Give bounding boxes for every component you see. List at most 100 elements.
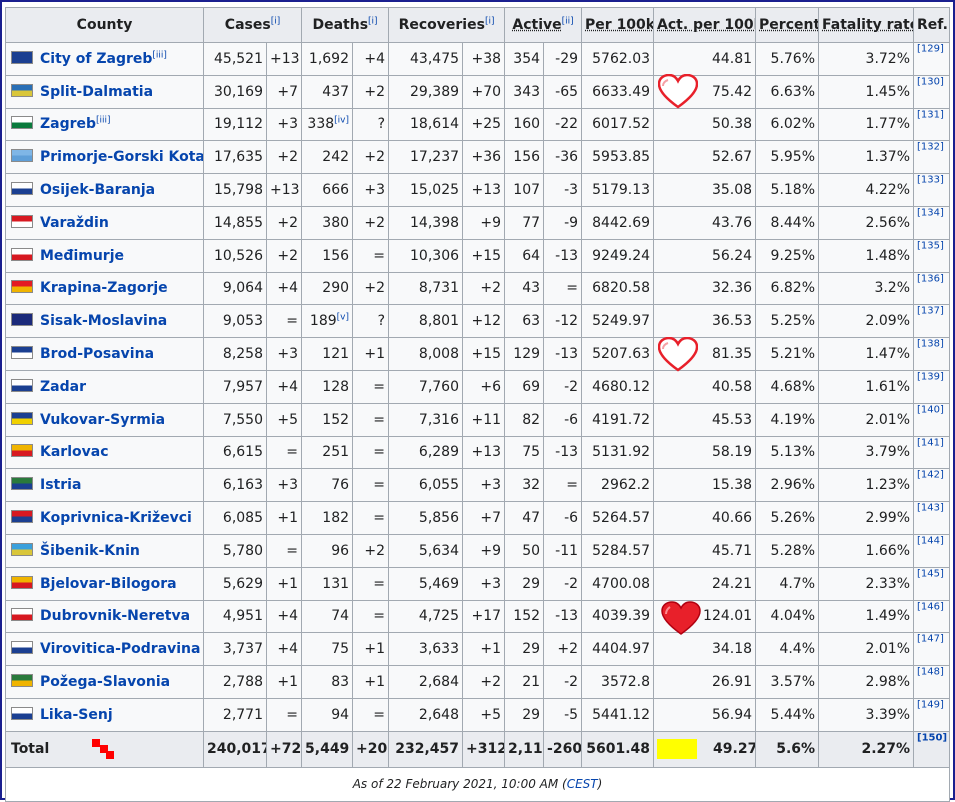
county-link[interactable]: Međimurje xyxy=(40,248,124,264)
cest-link[interactable]: CEST xyxy=(567,777,598,791)
active-delta-cell: +2 xyxy=(543,632,583,667)
col-act-per100k[interactable]: Act. per 100k xyxy=(653,7,757,43)
county-link[interactable]: Split-Dalmatia xyxy=(40,84,153,100)
county-link[interactable]: Varaždin xyxy=(40,215,109,231)
county-link[interactable]: Brod-Posavina xyxy=(40,346,154,362)
ref-link[interactable]: [136] xyxy=(913,271,951,306)
county-link[interactable]: Zagreb xyxy=(40,116,96,132)
county-note-link[interactable]: [iii] xyxy=(96,116,111,126)
county-note-link[interactable]: [iii] xyxy=(152,50,167,60)
county-link[interactable]: Sisak-Moslavina xyxy=(40,313,167,329)
total-deaths: 5,449 xyxy=(301,730,354,768)
per100k-cell: 5131.92 xyxy=(581,435,655,470)
county-link[interactable]: Osijek-Baranja xyxy=(40,182,155,198)
per100k-cell: 4680.12 xyxy=(581,369,655,404)
county-link[interactable]: Virovitica-Podravina xyxy=(40,641,200,657)
ref-link[interactable]: [148] xyxy=(913,665,951,699)
ref-link[interactable]: [140] xyxy=(913,402,951,437)
heart-outline-icon xyxy=(658,337,698,373)
ref-link[interactable]: [131] xyxy=(913,107,951,142)
county-cell: Sisak-Moslavina xyxy=(5,304,204,339)
ref-link[interactable]: [137] xyxy=(913,304,951,339)
ref-link[interactable]: [130] xyxy=(913,74,951,109)
col-county[interactable]: County xyxy=(5,7,204,43)
deaths-note-link[interactable]: [iv] xyxy=(334,116,349,126)
deaths-cell: 152 xyxy=(301,402,354,437)
ref-link[interactable]: [144] xyxy=(913,533,951,568)
county-link[interactable]: Šibenik-Knin xyxy=(40,543,140,559)
county-flag-icon xyxy=(11,83,33,97)
ref-link[interactable]: [141] xyxy=(913,435,951,470)
county-link[interactable]: Koprivnica-Križevci xyxy=(40,510,192,526)
table-row: Zagreb[iii] 19,112 +3 338[iv]? 18,614 +25 160-… xyxy=(5,107,951,142)
table-row: Sisak-Moslavina 9,053 = 189[v]? 8,801 +12 63 -1… xyxy=(5,304,951,339)
county-cell: Koprivnica-Križevci xyxy=(5,501,204,535)
total-ref-link[interactable]: [150] xyxy=(913,730,951,768)
per100k-cell: 6820.58 xyxy=(581,271,655,306)
recoveries-cell: 4,725 xyxy=(388,599,464,634)
cases-delta-cell: +1 xyxy=(265,566,303,601)
ref-link[interactable]: [149] xyxy=(913,697,951,732)
ref-link[interactable]: [147] xyxy=(913,632,951,667)
col-fatality-rate[interactable]: Fatality rate xyxy=(818,7,915,43)
county-link[interactable]: Istria xyxy=(40,477,81,493)
col-recoveries[interactable]: Recoveries[i] xyxy=(388,7,506,43)
active-delta-cell: -12 xyxy=(543,304,583,339)
county-cell: Šibenik-Knin xyxy=(5,533,204,568)
recoveries-cell: 14,398 xyxy=(388,205,464,240)
county-link[interactable]: Primorje-Gorski Kotar xyxy=(40,149,203,165)
col-active[interactable]: Active[ii] xyxy=(504,7,583,43)
county-link[interactable]: Bjelovar-Bilogora xyxy=(40,576,177,592)
ref-link[interactable]: [142] xyxy=(913,468,951,503)
county-link[interactable]: Krapina-Zagorje xyxy=(40,280,168,296)
active-note-link[interactable]: [ii] xyxy=(562,16,574,26)
act-per100k-cell: 15.38 xyxy=(653,468,757,503)
deaths-note-link[interactable]: [i] xyxy=(368,16,378,26)
table-row: Primorje-Gorski Kotar 17,635 +2 242 +2 17,237… xyxy=(5,140,951,175)
county-link[interactable]: City of Zagreb xyxy=(40,51,152,67)
col-percent[interactable]: Percent xyxy=(755,7,820,43)
per100k-cell: 3572.8 xyxy=(581,665,655,699)
deaths-cell: 131 xyxy=(301,566,354,601)
deaths-cell: 189[v] xyxy=(301,304,354,339)
county-link[interactable]: Vukovar-Syrmia xyxy=(40,412,165,428)
cases-note-link[interactable]: [i] xyxy=(271,16,281,26)
cases-delta-cell: +2 xyxy=(265,205,303,240)
cases-cell: 10,526 xyxy=(203,238,267,273)
deaths-delta-cell: = xyxy=(352,566,390,601)
ref-link[interactable]: [143] xyxy=(913,501,951,535)
ref-link[interactable]: [139] xyxy=(913,369,951,404)
ref-link[interactable]: [146] xyxy=(913,599,951,634)
cases-cell: 6,085 xyxy=(203,501,267,535)
deaths-cell: 128 xyxy=(301,369,354,404)
recoveries-note-link[interactable]: [i] xyxy=(485,16,495,26)
county-flag-icon xyxy=(11,674,33,688)
county-link[interactable]: Karlovac xyxy=(40,444,109,460)
deaths-delta-cell: = xyxy=(352,402,390,437)
active-delta-cell: -6 xyxy=(543,402,583,437)
recoveries-delta-cell: +2 xyxy=(462,665,506,699)
per100k-cell: 5953.85 xyxy=(581,140,655,175)
county-link[interactable]: Zadar xyxy=(40,379,86,395)
county-link[interactable]: Dubrovnik-Neretva xyxy=(40,608,190,624)
ref-link[interactable]: [138] xyxy=(913,337,951,371)
ref-link[interactable]: [133] xyxy=(913,173,951,207)
active-delta-cell: -29 xyxy=(543,42,583,76)
header-row: County Cases[i] Deaths[i] Recoveries[i] … xyxy=(5,7,951,43)
county-link[interactable]: Lika-Senj xyxy=(40,707,113,723)
percent-cell: 4.7% xyxy=(755,566,820,601)
ref-link[interactable]: [145] xyxy=(913,566,951,601)
deaths-delta-cell: = xyxy=(352,599,390,634)
county-link[interactable]: Požega-Slavonia xyxy=(40,674,170,690)
table-row: Varaždin 14,855 +2 380 +2 14,398 +9 77 -9 8442.69… xyxy=(5,205,951,240)
col-cases[interactable]: Cases[i] xyxy=(202,7,303,43)
ref-link[interactable]: [129] xyxy=(913,42,951,76)
ref-link[interactable]: [132] xyxy=(913,140,951,175)
col-deaths[interactable]: Deaths[i] xyxy=(301,7,390,43)
ref-link[interactable]: [134] xyxy=(913,205,951,240)
ref-link[interactable]: [135] xyxy=(913,238,951,273)
county-flag-icon xyxy=(11,116,33,130)
percent-cell: 4.68% xyxy=(755,369,820,404)
col-per100k[interactable]: Per 100k xyxy=(581,7,655,43)
deaths-note-link[interactable]: [v] xyxy=(337,313,349,323)
